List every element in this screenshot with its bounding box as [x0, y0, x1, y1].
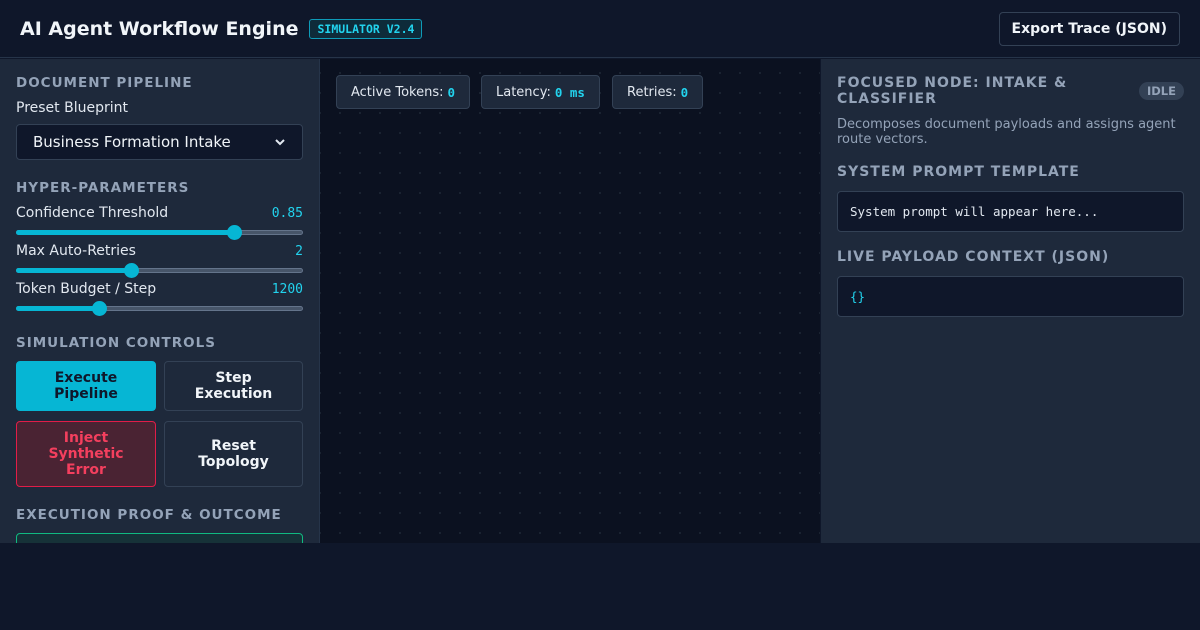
left-sidebar: DOCUMENT PIPELINE Preset Blueprint Busin…: [0, 59, 320, 543]
active-tokens-metric: Active Tokens: 0: [336, 75, 471, 109]
hyperparameters-section-title: HYPER-PARAMETERS: [16, 180, 190, 196]
slider-value: 2: [295, 244, 303, 259]
outcome-section-title: EXECUTION PROOF & OUTCOME: [16, 507, 282, 523]
token-budget-control: Token Budget / Step 1200: [16, 281, 303, 316]
slider-thumb[interactable]: [92, 301, 108, 316]
version-badge: SIMULATOR V2.4: [309, 18, 423, 39]
prompt-section-title: SYSTEM PROMPT TEMPLATE: [837, 164, 1080, 180]
token-budget-slider[interactable]: [16, 301, 303, 316]
page-background: [0, 543, 1200, 630]
preset-select-value: Business Formation Intake: [33, 133, 231, 151]
system-prompt-box: System prompt will appear here...: [837, 191, 1184, 232]
max-retries-control: Max Auto-Retries 2: [16, 243, 303, 278]
app-header: AI Agent Workflow Engine SIMULATOR V2.4 …: [0, 0, 1200, 58]
slider-label: Max Auto-Retries: [16, 243, 136, 259]
metric-label: Latency:: [496, 84, 551, 100]
workflow-canvas[interactable]: Active Tokens: 0 Latency: 0 ms Retries: …: [320, 59, 820, 543]
node-description: Decomposes document payloads and assigns…: [837, 117, 1176, 147]
export-trace-button[interactable]: Export Trace (JSON): [998, 12, 1180, 46]
slider-value: 1200: [271, 282, 303, 297]
latency-metric: Latency: 0 ms: [481, 75, 600, 109]
outcome-panel: [16, 533, 303, 543]
preset-select[interactable]: Business Formation Intake: [16, 124, 303, 160]
execute-pipeline-button[interactable]: Execute Pipeline: [16, 361, 156, 411]
metric-label: Retries:: [627, 84, 677, 100]
status-badge: IDLE: [1138, 82, 1184, 100]
slider-thumb[interactable]: [123, 263, 139, 278]
slider-fill: [16, 230, 235, 235]
chevron-down-icon: [274, 136, 286, 148]
metric-label: Active Tokens:: [351, 84, 444, 100]
focused-node-title: FOCUSED NODE: INTAKE & CLASSIFIER: [837, 75, 1068, 107]
payload-section-title: LIVE PAYLOAD CONTEXT (JSON): [837, 249, 1110, 265]
simulation-controls: Execute Pipeline Step Execution Inject S…: [16, 361, 303, 487]
simulation-controls-section-title: SIMULATION CONTROLS: [16, 335, 216, 351]
node-inspector: FOCUSED NODE: INTAKE & CLASSIFIER IDLE D…: [821, 59, 1200, 543]
slider-value: 0.85: [271, 206, 303, 221]
payload-context-box: {}: [837, 276, 1184, 317]
metric-value: 0 ms: [554, 84, 585, 100]
preset-label: Preset Blueprint: [16, 100, 128, 116]
metric-value: 0: [680, 84, 689, 100]
slider-thumb[interactable]: [227, 225, 243, 240]
confidence-threshold-control: Confidence Threshold 0.85: [16, 205, 303, 240]
reset-topology-button[interactable]: Reset Topology: [164, 421, 303, 487]
slider-fill: [16, 268, 131, 273]
retries-metric: Retries: 0: [612, 75, 704, 109]
confidence-threshold-slider[interactable]: [16, 225, 303, 240]
pipeline-section-title: DOCUMENT PIPELINE: [16, 75, 193, 91]
inject-error-button[interactable]: Inject Synthetic Error: [16, 421, 156, 487]
max-retries-slider[interactable]: [16, 263, 303, 278]
metric-value: 0: [447, 84, 456, 100]
slider-fill: [16, 306, 100, 311]
app-title: AI Agent Workflow Engine: [20, 17, 299, 40]
step-execution-button[interactable]: Step Execution: [164, 361, 303, 411]
slider-label: Token Budget / Step: [16, 281, 157, 297]
slider-label: Confidence Threshold: [16, 205, 169, 221]
